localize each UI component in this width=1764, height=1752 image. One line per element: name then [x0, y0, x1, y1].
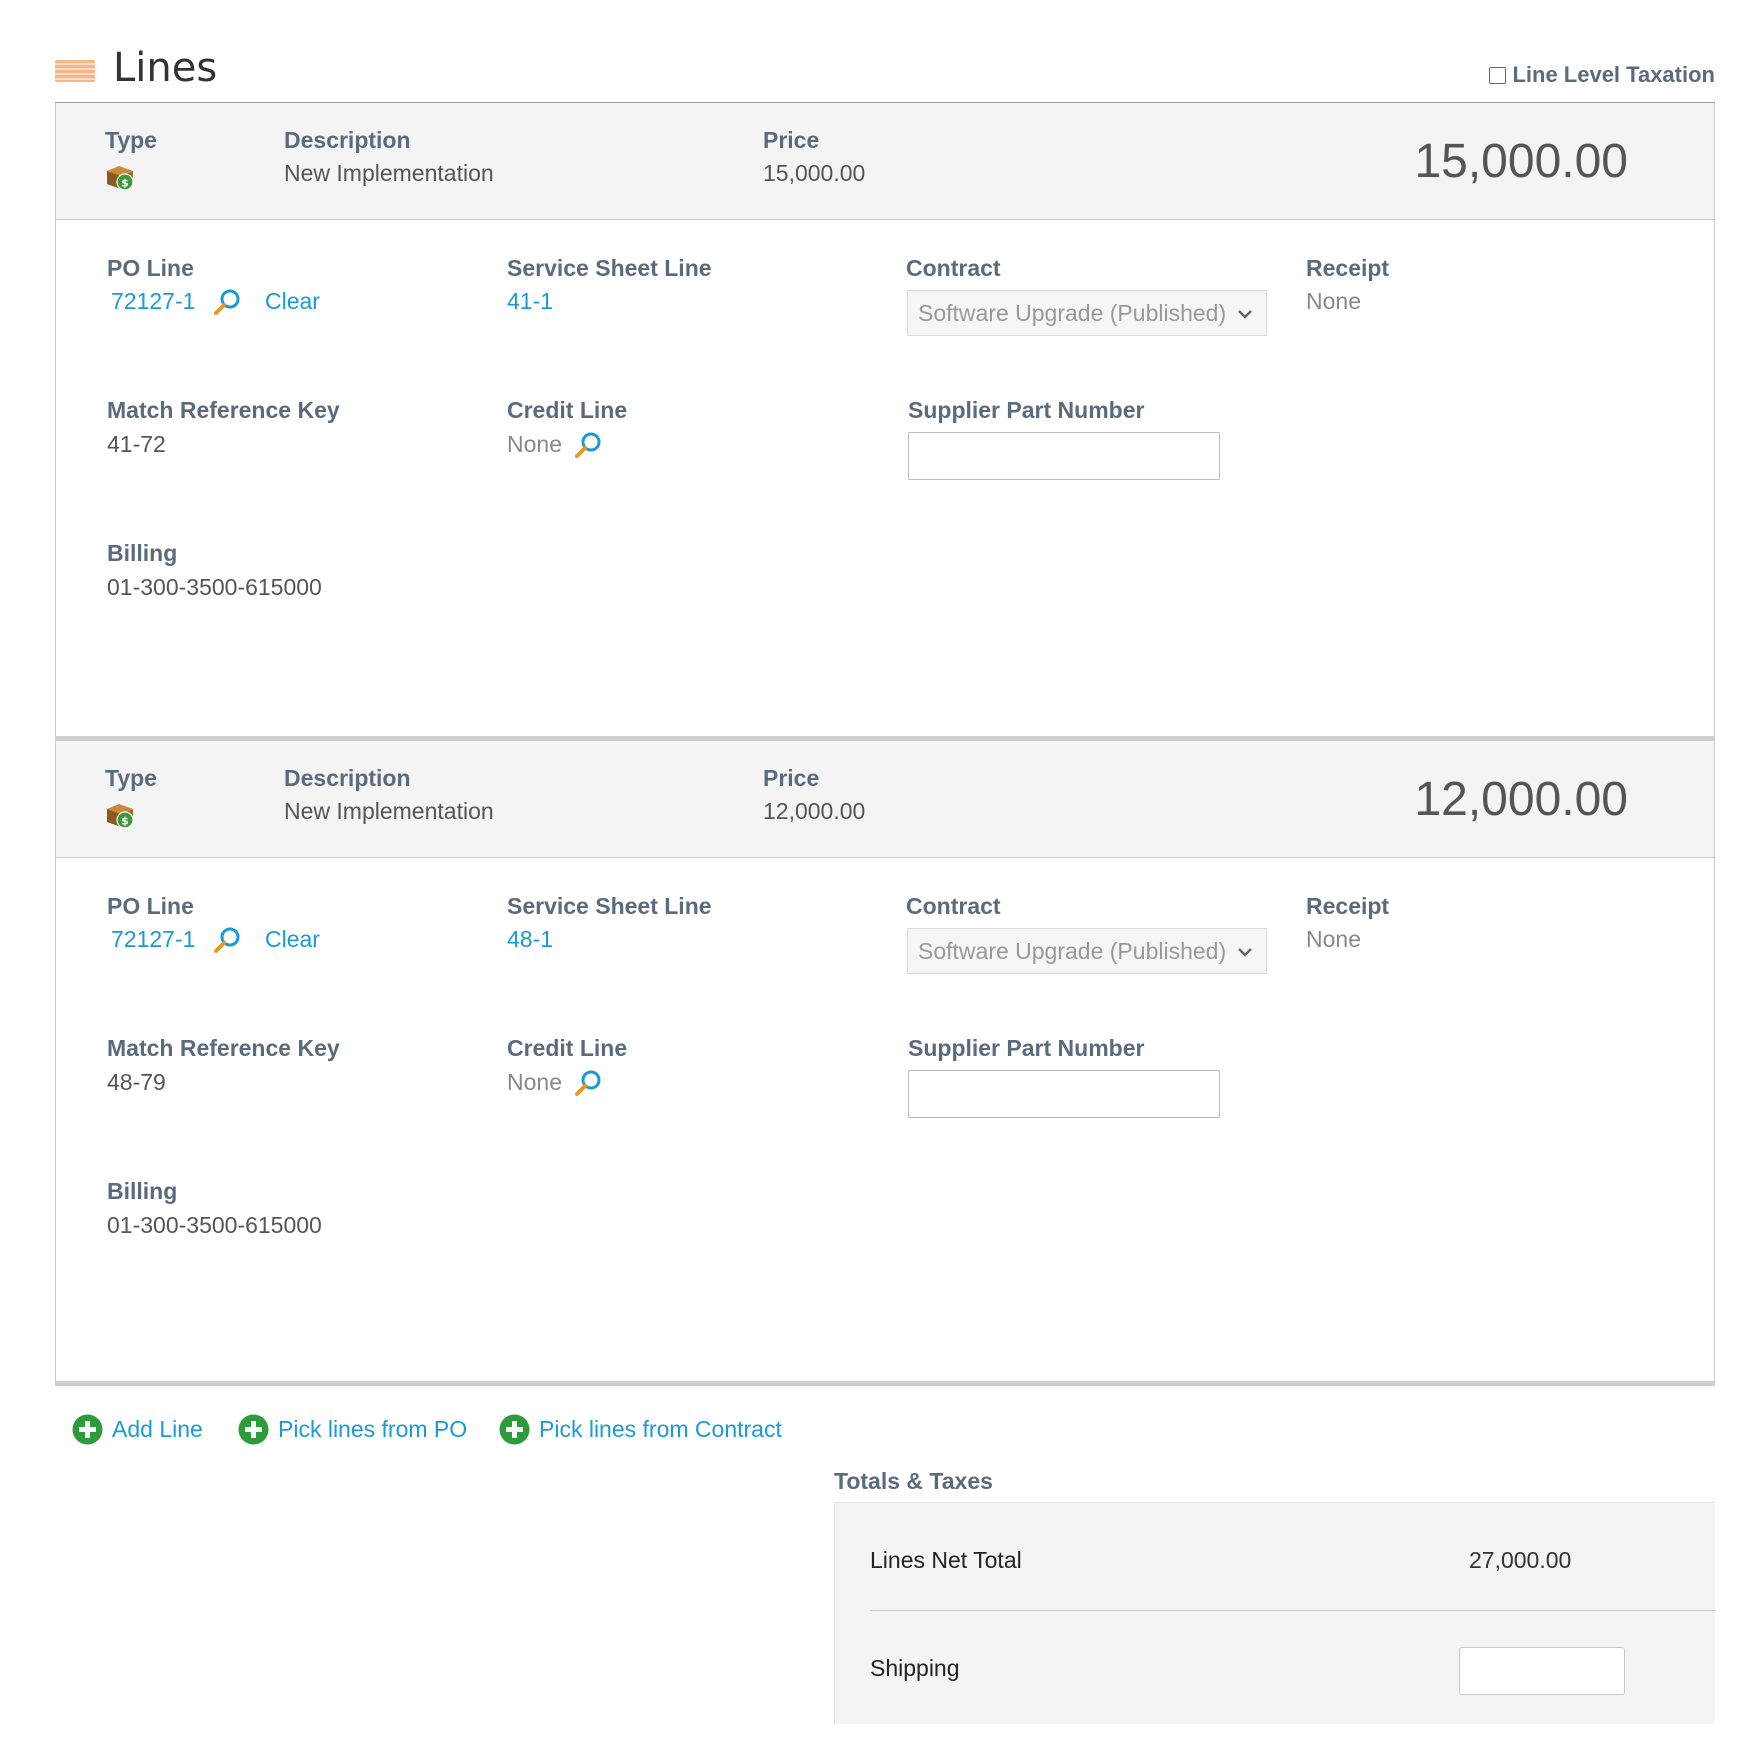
- receipt-label: Receipt: [1306, 255, 1390, 281]
- description-value: New Implementation: [284, 160, 494, 186]
- price-label: Price: [763, 127, 820, 153]
- line-level-taxation-checkbox[interactable]: [1489, 66, 1507, 84]
- contract-label: Contract: [906, 893, 1001, 919]
- line-divider: [54, 1381, 1715, 1386]
- contract-select-value: Software Upgrade (Published): [918, 299, 1227, 326]
- match-reference-key-value: 41-72: [107, 431, 166, 457]
- shipping-label: Shipping: [870, 1655, 960, 1681]
- add-circle-icon: [238, 1414, 269, 1445]
- contract-label: Contract: [906, 255, 1001, 281]
- totals-panel: Lines Net Total 27,000.00 Shipping: [834, 1502, 1716, 1724]
- credit-line-value: None: [507, 431, 562, 457]
- supplier-part-number-input[interactable]: [908, 432, 1220, 480]
- type-label: Type: [105, 127, 157, 153]
- add-line-label: Add Line: [112, 1416, 203, 1442]
- line-level-taxation-label: Line Level Taxation: [1512, 62, 1715, 87]
- search-credit-line-icon[interactable]: [572, 429, 604, 461]
- po-line-label: PO Line: [107, 255, 194, 281]
- lines-list-icon: [55, 60, 95, 82]
- totals-title: Totals & Taxes: [834, 1468, 993, 1494]
- totals-divider: [870, 1610, 1716, 1611]
- po-line-label: PO Line: [107, 893, 194, 919]
- chevron-down-icon: [1238, 948, 1252, 957]
- supplier-part-number-label: Supplier Part Number: [908, 397, 1145, 423]
- service-sheet-line-label: Service Sheet Line: [507, 893, 712, 919]
- service-money-box-icon: $: [107, 166, 134, 191]
- search-po-line-icon[interactable]: [211, 924, 243, 956]
- description-value: New Implementation: [284, 798, 494, 824]
- line-level-taxation-toggle[interactable]: Line Level Taxation: [1489, 62, 1715, 88]
- section-title: Lines: [113, 45, 218, 91]
- svg-text:$: $: [121, 815, 129, 828]
- clear-po-line-link[interactable]: Clear: [265, 926, 320, 953]
- invoice-line-2: Type $ Description New Implementation Pr…: [54, 741, 1715, 1386]
- svg-text:$: $: [121, 177, 129, 190]
- pick-lines-from-po-label: Pick lines from PO: [278, 1416, 468, 1442]
- lines-section-header: Lines Line Level Taxation: [55, 40, 1715, 102]
- lines-net-total-label: Lines Net Total: [870, 1547, 1022, 1573]
- credit-line-value: None: [507, 1069, 562, 1095]
- line-summary: Type $ Description New Implementation Pr…: [56, 103, 1714, 220]
- pick-lines-from-contract-button[interactable]: Pick lines from Contract: [499, 1414, 782, 1445]
- credit-line-label: Credit Line: [507, 1035, 628, 1061]
- line-total: 12,000.00: [1414, 773, 1628, 826]
- service-sheet-line-link[interactable]: 48-1: [507, 926, 553, 953]
- po-line-link[interactable]: 72127-1: [111, 288, 195, 315]
- add-circle-icon: [499, 1414, 530, 1445]
- description-label: Description: [284, 127, 411, 153]
- price-value: 12,000.00: [763, 798, 866, 824]
- price-value: 15,000.00: [763, 160, 866, 186]
- po-line-link[interactable]: 72127-1: [111, 926, 195, 953]
- billing-label: Billing: [107, 540, 178, 566]
- shipping-input[interactable]: [1459, 1647, 1625, 1695]
- lines-net-total-value: 27,000.00: [1469, 1547, 1572, 1573]
- contract-select[interactable]: Software Upgrade (Published): [907, 290, 1267, 336]
- contract-select-value: Software Upgrade (Published): [918, 937, 1227, 964]
- service-sheet-line-label: Service Sheet Line: [507, 255, 712, 281]
- type-label: Type: [105, 765, 157, 791]
- receipt-value: None: [1306, 288, 1361, 314]
- contract-select[interactable]: Software Upgrade (Published): [907, 928, 1267, 974]
- billing-value: 01-300-3500-615000: [107, 574, 322, 600]
- chevron-down-icon: [1238, 310, 1252, 319]
- description-label: Description: [284, 765, 411, 791]
- receipt-label: Receipt: [1306, 893, 1390, 919]
- receipt-value: None: [1306, 926, 1361, 952]
- match-reference-key-label: Match Reference Key: [107, 397, 340, 423]
- line-total: 15,000.00: [1414, 135, 1628, 188]
- add-line-button[interactable]: Add Line: [72, 1414, 203, 1445]
- billing-label: Billing: [107, 1178, 178, 1204]
- match-reference-key-value: 48-79: [107, 1069, 166, 1095]
- add-circle-icon: [72, 1414, 103, 1445]
- supplier-part-number-label: Supplier Part Number: [908, 1035, 1145, 1061]
- clear-po-line-link[interactable]: Clear: [265, 288, 320, 315]
- search-credit-line-icon[interactable]: [572, 1067, 604, 1099]
- credit-line-label: Credit Line: [507, 397, 628, 423]
- service-money-box-icon: $: [107, 804, 134, 829]
- invoice-line-1: Type $ Description New Implementation Pr…: [54, 103, 1715, 741]
- pick-lines-from-contract-label: Pick lines from Contract: [539, 1416, 782, 1442]
- line-summary: Type $ Description New Implementation Pr…: [56, 741, 1714, 858]
- billing-value: 01-300-3500-615000: [107, 1212, 322, 1238]
- pick-lines-from-po-button[interactable]: Pick lines from PO: [238, 1414, 467, 1445]
- search-po-line-icon[interactable]: [211, 286, 243, 318]
- price-label: Price: [763, 765, 820, 791]
- match-reference-key-label: Match Reference Key: [107, 1035, 340, 1061]
- supplier-part-number-input[interactable]: [908, 1070, 1220, 1118]
- service-sheet-line-link[interactable]: 41-1: [507, 288, 553, 315]
